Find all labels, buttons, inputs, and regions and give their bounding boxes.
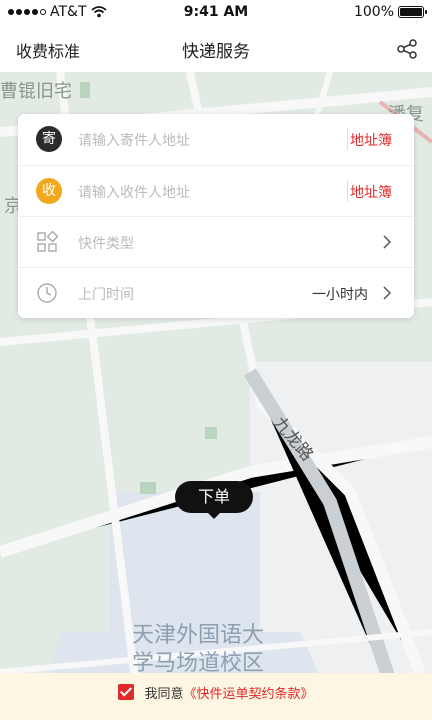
pickup-time-label: 上门时间 bbox=[78, 287, 134, 303]
nav-bar: 收费标准 快递服务 bbox=[0, 26, 432, 72]
clock-icon bbox=[37, 283, 57, 303]
package-type-label: 快件类型 bbox=[78, 236, 134, 252]
bottom-safe-area bbox=[0, 711, 432, 720]
shipping-form-card: 寄 请输入寄件人地址 地址簿 收 请输入收件人地址 地址簿 快件类型 上门时间 … bbox=[18, 114, 414, 318]
receiver-badge: 收 bbox=[36, 178, 62, 204]
divider bbox=[347, 180, 348, 202]
battery-status: 100% bbox=[353, 4, 427, 20]
share-icon[interactable] bbox=[396, 38, 418, 60]
receiver-address-input[interactable]: 请输入收件人地址 bbox=[78, 182, 190, 202]
agreement-prefix: 我同意 bbox=[144, 686, 184, 702]
status-bar: AT&T 9:41 AM 100% bbox=[0, 0, 432, 26]
receiver-row[interactable]: 收 请输入收件人地址 地址簿 bbox=[18, 165, 414, 216]
pickup-time-value: 一小时内 bbox=[312, 287, 368, 303]
campus-line1: 天津外国语大 bbox=[132, 623, 265, 648]
sender-address-input[interactable]: 请输入寄件人地址 bbox=[78, 130, 190, 150]
sender-badge: 寄 bbox=[36, 126, 62, 152]
chevron-right-icon bbox=[383, 286, 392, 300]
agreement-checkbox[interactable] bbox=[118, 684, 135, 700]
battery-icon bbox=[398, 6, 427, 18]
pickup-time-row[interactable]: 上门时间 一小时内 bbox=[18, 267, 414, 318]
sender-address-book-button[interactable]: 地址簿 bbox=[350, 130, 392, 150]
map-label-campus: 天津外国语大 学马场道校区 bbox=[132, 622, 264, 678]
sender-row[interactable]: 寄 请输入寄件人地址 地址簿 bbox=[18, 114, 414, 165]
map-label-cao: 曹锟旧宅 bbox=[0, 81, 72, 102]
agreement-bar: 我同意 《快件运单契约条款》 bbox=[0, 673, 432, 711]
divider bbox=[347, 128, 348, 150]
grid-icon bbox=[37, 231, 58, 252]
page-title: 快递服务 bbox=[182, 42, 250, 62]
package-type-row[interactable]: 快件类型 bbox=[18, 216, 414, 267]
place-order-button[interactable]: 下单 bbox=[175, 481, 253, 519]
chevron-right-icon bbox=[383, 235, 392, 249]
agreement-terms-link[interactable]: 《快件运单契约条款》 bbox=[184, 683, 314, 702]
receiver-address-book-button[interactable]: 地址簿 bbox=[350, 182, 392, 202]
battery-percent: 100% bbox=[353, 4, 394, 20]
